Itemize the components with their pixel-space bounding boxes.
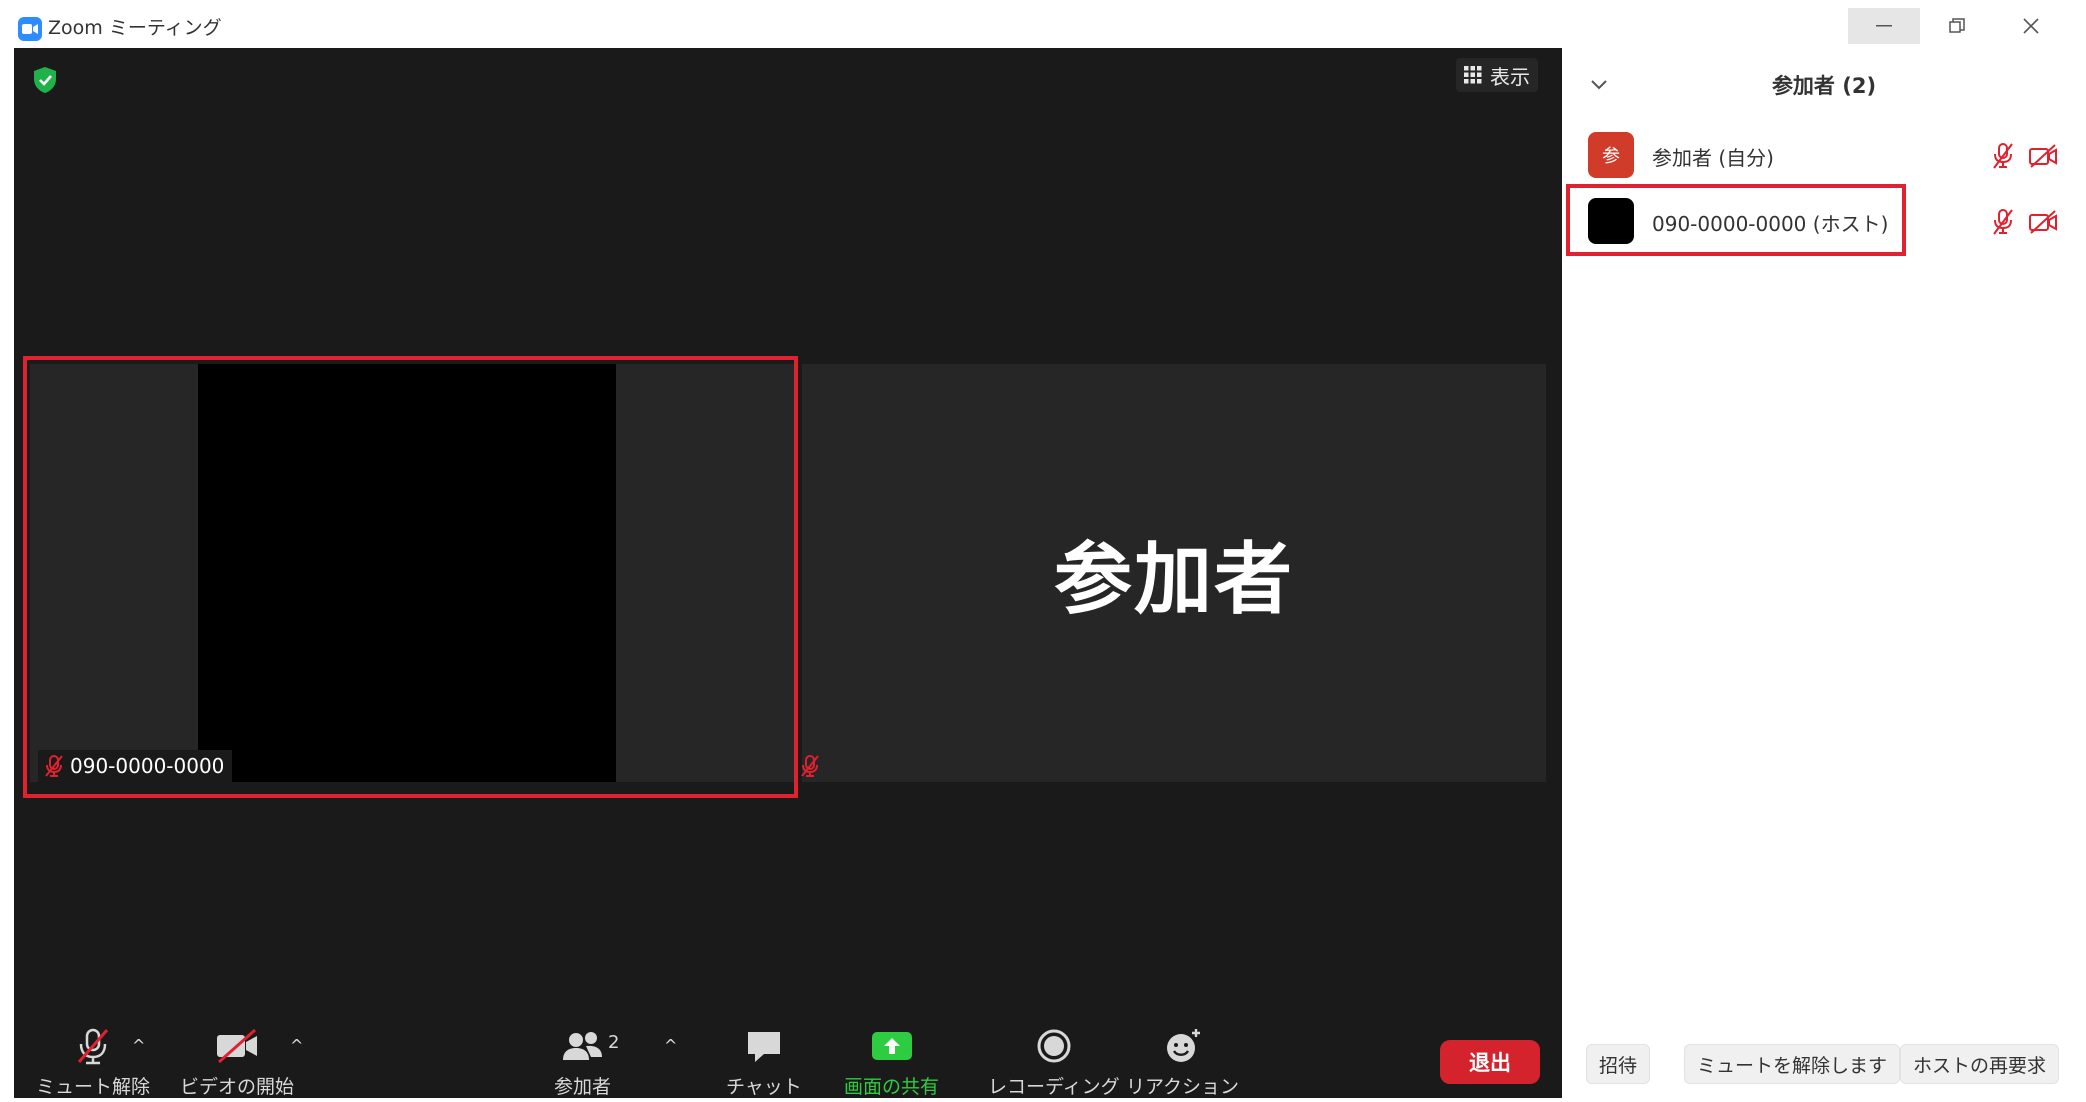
participant-row[interactable]: 参 参加者 (自分): [1588, 132, 2068, 178]
muted-mic-icon: [1990, 208, 2016, 240]
participant-name-display: 参加者: [1053, 535, 1294, 625]
close-icon: [2023, 18, 2039, 34]
window-title: Zoom ミーティング: [48, 17, 222, 39]
muted-mic-icon: [73, 1026, 113, 1066]
muted-mic-icon: [1990, 142, 2016, 174]
share-screen-icon: [871, 1026, 913, 1066]
record-button[interactable]: レコーディング: [988, 1026, 1120, 1098]
highlight-box: [23, 356, 798, 798]
grid-icon: [1464, 66, 1482, 84]
highlight-box: [1566, 184, 1906, 256]
reclaim-host-button[interactable]: ホストの再要求: [1900, 1044, 2060, 1084]
participants-icon: [562, 1026, 604, 1066]
minimize-icon: [1876, 25, 1892, 27]
chat-label: チャット: [726, 1076, 802, 1098]
share-screen-button[interactable]: 画面の共有: [844, 1026, 939, 1098]
close-button[interactable]: [1995, 8, 2067, 44]
meeting-area: 表示 090-0000-0000 参加者 ミュート解除 ^ ビデオの開始 ^ 参…: [14, 48, 1562, 1098]
title-bar: Zoom ミーティング: [0, 0, 2086, 48]
chat-button[interactable]: チャット: [726, 1026, 802, 1098]
zoom-logo-icon: [18, 17, 42, 41]
restore-button[interactable]: [1921, 8, 1993, 44]
participants-label: 参加者: [554, 1076, 612, 1098]
security-shield-icon[interactable]: [32, 66, 58, 98]
panel-title: 参加者 (2): [1771, 74, 1877, 98]
reactions-button[interactable]: リアクション: [1126, 1026, 1239, 1098]
restore-icon: [1949, 18, 1965, 33]
participants-button[interactable]: 参加者: [554, 1026, 611, 1098]
video-off-icon: [215, 1026, 259, 1066]
video-options-caret-icon[interactable]: ^: [290, 1036, 303, 1055]
video-tile-participant[interactable]: 参加者: [802, 364, 1546, 782]
leave-button[interactable]: 退出: [1440, 1040, 1540, 1084]
invite-button[interactable]: 招待: [1586, 1044, 1651, 1084]
video-off-icon: [2028, 210, 2058, 238]
start-video-button[interactable]: ビデオの開始: [180, 1026, 294, 1098]
unmute-all-button[interactable]: ミュートを解除します: [1684, 1044, 1901, 1084]
participant-name: 参加者 (自分): [1652, 146, 1774, 170]
avatar: 参: [1588, 132, 1634, 178]
chat-icon: [744, 1026, 784, 1066]
view-label: 表示: [1490, 64, 1530, 89]
minimize-button[interactable]: [1848, 8, 1920, 44]
video-off-icon: [2028, 144, 2058, 172]
record-label: レコーディング: [988, 1076, 1120, 1098]
view-button[interactable]: 表示: [1456, 58, 1538, 92]
unmute-label: ミュート解除: [36, 1076, 151, 1098]
start-video-label: ビデオの開始: [180, 1076, 295, 1098]
audio-options-caret-icon[interactable]: ^: [132, 1036, 145, 1055]
share-screen-label: 画面の共有: [844, 1076, 940, 1098]
participants-count-badge: 2: [608, 1032, 620, 1053]
reactions-label: リアクション: [1126, 1076, 1240, 1098]
reactions-icon: [1163, 1026, 1203, 1066]
participants-options-caret-icon[interactable]: ^: [664, 1036, 677, 1055]
record-icon: [1034, 1026, 1074, 1066]
muted-mic-icon: [800, 754, 820, 782]
participants-panel: 参加者 (2) 参 参加者 (自分) 090-0000-0000 (ホスト) 招…: [1562, 48, 2086, 1102]
